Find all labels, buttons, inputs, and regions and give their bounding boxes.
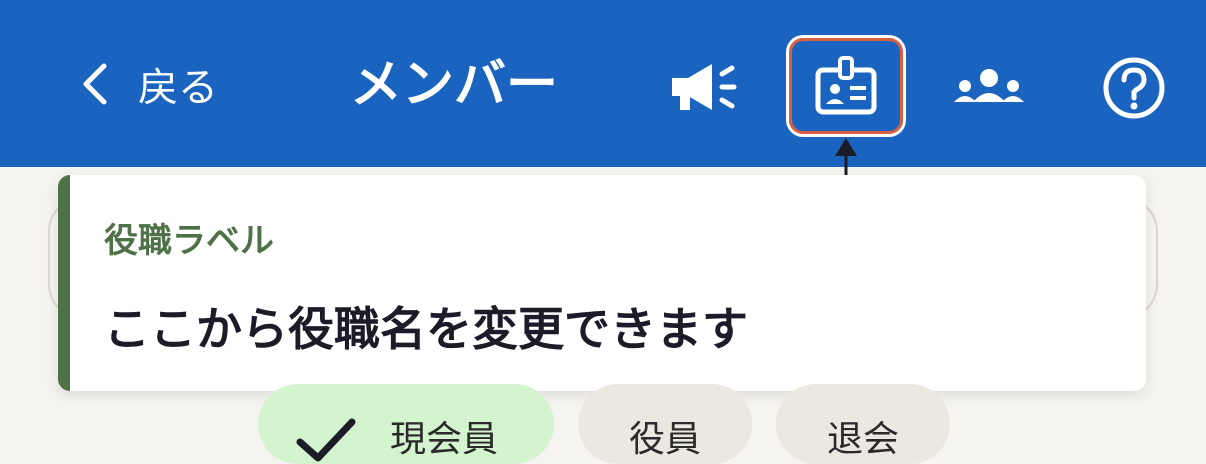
back-label: 戻る (138, 65, 218, 111)
megaphone-icon (672, 64, 737, 110)
help-button[interactable] (1100, 54, 1168, 122)
people-group-icon (954, 69, 1024, 102)
filter-chip-officer-label: 役員 (628, 419, 701, 460)
page-title: メンバー (350, 55, 559, 115)
help-circle-icon (1103, 57, 1165, 119)
filter-chip-retired-label: 退会 (826, 419, 899, 460)
tooltip-pointer-arrow (835, 138, 857, 178)
chevron-left-icon (83, 63, 107, 105)
id-badge-icon (815, 56, 877, 115)
filter-chip-officer[interactable]: 役員 (578, 384, 752, 464)
checkmark-icon (296, 418, 356, 462)
members-button[interactable] (946, 56, 1032, 120)
filter-chip-current-label: 現会員 (390, 419, 499, 460)
back-button[interactable]: 戻る (78, 58, 218, 111)
tooltip-title: 役職ラベル (104, 221, 274, 261)
announcement-button[interactable] (664, 56, 740, 120)
tooltip-body: ここから役職名を変更できます (104, 302, 748, 356)
filter-chip-current[interactable]: 現会員 (258, 384, 554, 464)
filter-chip-retired[interactable]: 退会 (776, 384, 950, 464)
coach-mark-tooltip: 役職ラベル ここから役職名を変更できます (58, 175, 1146, 391)
app-header: 戻る メンバー (0, 0, 1206, 167)
role-label-button[interactable] (789, 38, 903, 134)
tooltip-accent-bar (58, 175, 70, 391)
